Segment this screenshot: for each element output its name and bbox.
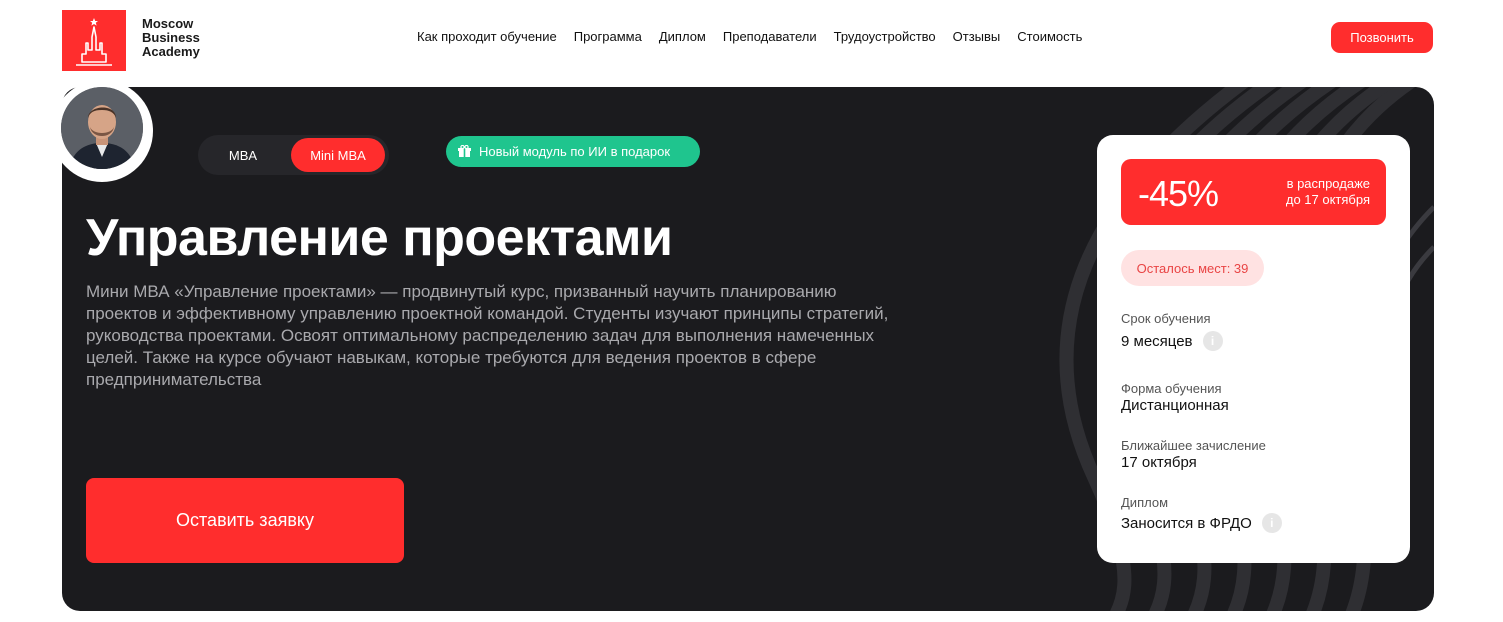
course-description: Мини МВА «Управление проектами» — продви… [86, 281, 956, 391]
logo-line-3: Academy [142, 44, 200, 59]
site-header: Moscow Business Academy Как проходит обу… [0, 0, 1503, 80]
seats-left-badge: Осталось мест: 39 [1121, 250, 1264, 286]
sale-line-1: в распродаже [1286, 176, 1370, 191]
logo-mark[interactable] [62, 10, 126, 71]
nav-employment[interactable]: Трудоустройство [834, 29, 936, 44]
info-icon[interactable]: i [1202, 331, 1223, 351]
person-photo [61, 87, 143, 169]
diploma-text: Заносится в ФРДО [1121, 514, 1252, 532]
hero-section: MBA Mini MBA Новый модуль по ИИ в подаро… [62, 87, 1434, 611]
info-icon[interactable]: i [1261, 513, 1282, 533]
sale-line-2: до 17 октября [1285, 192, 1370, 207]
study-form-text: Дистанционная [1121, 397, 1229, 414]
avatar[interactable] [61, 87, 143, 169]
description-line: проектов и эффективному управлению проек… [86, 304, 889, 323]
apply-button[interactable]: Оставить заявку [86, 478, 404, 563]
toggle-mba[interactable]: MBA [204, 138, 282, 172]
nav-diploma[interactable]: Диплом [659, 29, 706, 44]
nav-teachers[interactable]: Преподаватели [723, 29, 817, 44]
duration-label: Срок обучения [1121, 311, 1211, 326]
description-line: предпринимательства [86, 370, 262, 389]
enrollment-label: Ближайшее зачисление [1121, 438, 1266, 453]
study-form-label: Форма обучения [1121, 381, 1222, 396]
description-line: целей. Также на курсе обучают навыкам, к… [86, 348, 817, 367]
kremlin-icon [76, 18, 112, 66]
logo-line-1: Moscow [142, 16, 194, 31]
duration-value: 9 месяцев i [1121, 331, 1223, 351]
main-nav: Как проходит обучение Программа Диплом П… [417, 29, 1099, 44]
toggle-mini-mba[interactable]: Mini MBA [291, 138, 385, 172]
enrollment-value: 17 октября [1121, 454, 1197, 471]
sale-banner: -45% в распродаже до 17 октября [1121, 159, 1386, 225]
diploma-value: Заносится в ФРДО i [1121, 513, 1282, 533]
logo-line-2: Business [142, 30, 200, 45]
nav-reviews[interactable]: Отзывы [953, 29, 1001, 44]
call-button[interactable]: Позвонить [1331, 22, 1433, 53]
duration-text: 9 месяцев [1121, 332, 1193, 350]
description-line: Мини МВА «Управление проектами» — продви… [86, 282, 837, 301]
gift-icon [458, 145, 471, 157]
logo-text[interactable]: Moscow Business Academy [142, 17, 200, 59]
promo-badge[interactable]: Новый модуль по ИИ в подарок [446, 136, 700, 167]
nav-price[interactable]: Стоимость [1017, 29, 1082, 44]
program-toggle: MBA Mini MBA [198, 135, 389, 175]
discount-percent: -45% [1138, 173, 1219, 214]
course-info-card: -45% в распродаже до 17 октября Осталось… [1097, 135, 1410, 563]
nav-how-learning[interactable]: Как проходит обучение [417, 29, 557, 44]
diploma-label: Диплом [1121, 495, 1169, 510]
nav-program[interactable]: Программа [574, 29, 642, 44]
enrollment-text: 17 октября [1121, 454, 1197, 471]
study-form-value: Дистанционная [1121, 397, 1229, 414]
promo-text: Новый модуль по ИИ в подарок [479, 144, 671, 159]
description-line: руководства проектами. Освоят оптимально… [86, 326, 875, 345]
sale-deadline: в распродаже до 17 октября [1286, 176, 1370, 208]
page-title: Управление проектами [86, 209, 673, 267]
